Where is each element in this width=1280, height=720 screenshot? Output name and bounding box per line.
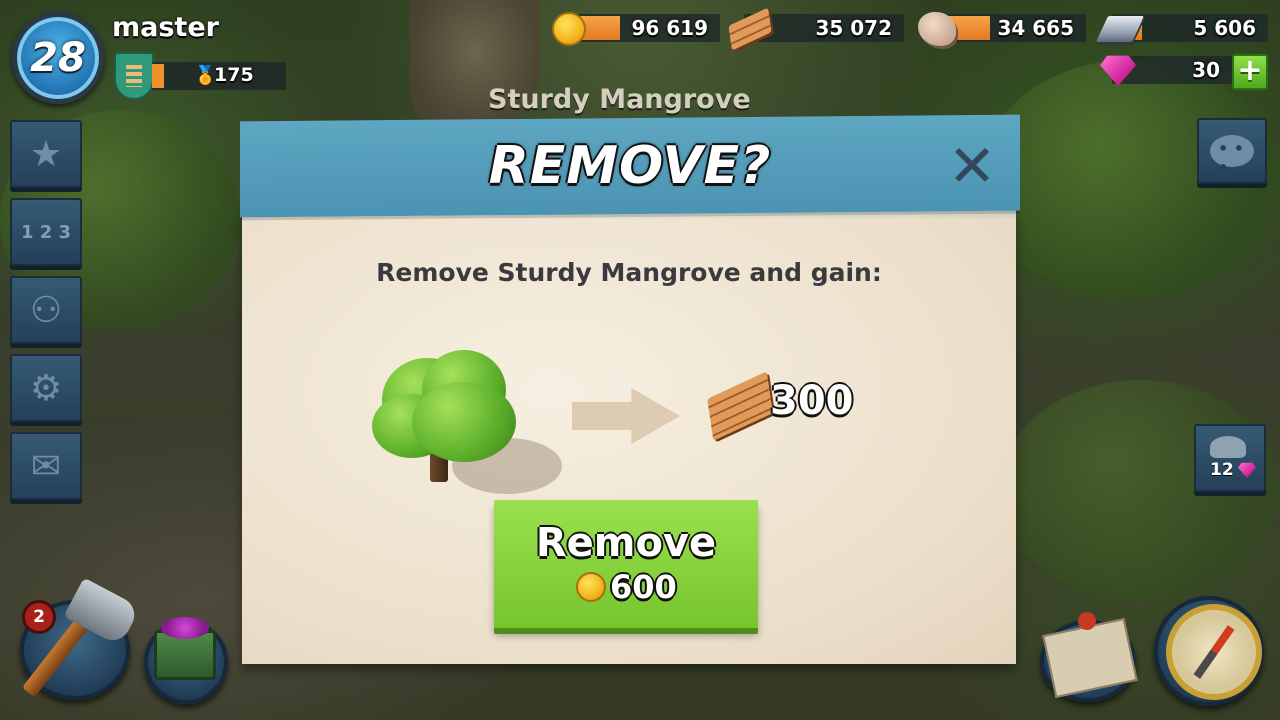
- gold-counter[interactable]: 96 619: [564, 14, 720, 42]
- map-pin-icon: [1078, 612, 1096, 630]
- mail-button[interactable]: ✉: [10, 432, 82, 500]
- chat-bubble-icon: [1210, 135, 1254, 177]
- builders-icon: [1210, 436, 1246, 458]
- victory-points-value: 175: [214, 64, 254, 86]
- remove-button[interactable]: Remove 600: [494, 500, 758, 628]
- rank-shield-icon[interactable]: [114, 52, 154, 100]
- wood-value: 35 072: [815, 16, 892, 40]
- compass-icon: [1166, 604, 1262, 700]
- stone-value: 34 665: [997, 16, 1074, 40]
- close-icon: ✕: [947, 132, 997, 200]
- mangrove-tree-image: [372, 338, 562, 498]
- task-force-button[interactable]: ⚇: [10, 276, 82, 344]
- gold-value: 96 619: [631, 16, 708, 40]
- selected-building-label: Sturdy Mangrove: [488, 84, 751, 115]
- builders-button[interactable]: 12: [1194, 424, 1266, 492]
- leaderboard-button[interactable]: 1 2 3: [10, 198, 82, 266]
- player-name: master: [112, 12, 219, 43]
- diamond-value: 30: [1192, 58, 1220, 82]
- buy-diamonds-button[interactable]: +: [1232, 54, 1268, 90]
- wood-reward-icon: [707, 371, 773, 441]
- settings-button[interactable]: ⚙: [10, 354, 82, 422]
- iron-value: 5 606: [1193, 16, 1256, 40]
- close-button[interactable]: ✕: [946, 137, 998, 195]
- remove-cost: 600: [610, 568, 677, 606]
- dialog-panel: Remove Sturdy Mangrove and gain: 300 Rem…: [242, 208, 1016, 664]
- chat-button[interactable]: [1197, 118, 1267, 184]
- podium-icon: 1 2 3: [20, 221, 72, 243]
- diamond-icon: [1238, 462, 1256, 478]
- group-icon: ⚇: [29, 289, 63, 331]
- dialog-message: Remove Sturdy Mangrove and gain:: [376, 258, 882, 287]
- envelope-icon: ✉: [30, 445, 62, 487]
- arrow-right-icon: [572, 388, 680, 444]
- remove-dialog: Remove Sturdy Mangrove and gain: 300 Rem…: [240, 114, 1020, 666]
- builder-notification-badge: 2: [22, 600, 56, 634]
- builder-huts-count: 12: [1210, 460, 1234, 480]
- player-level: 28: [30, 35, 86, 81]
- gear-icon: ⚙: [29, 367, 63, 409]
- favorites-button[interactable]: ★: [10, 120, 82, 188]
- gold-icon: [552, 12, 586, 46]
- remove-button-label: Remove: [535, 520, 717, 566]
- gold-coin-icon: [576, 572, 606, 602]
- dialog-title: REMOVE?: [488, 136, 772, 196]
- stars-icon: ★: [29, 133, 63, 175]
- reward-amount: 300: [770, 378, 854, 424]
- player-level-badge[interactable]: 28: [12, 12, 104, 104]
- treasure-chest-icon: [154, 617, 216, 680]
